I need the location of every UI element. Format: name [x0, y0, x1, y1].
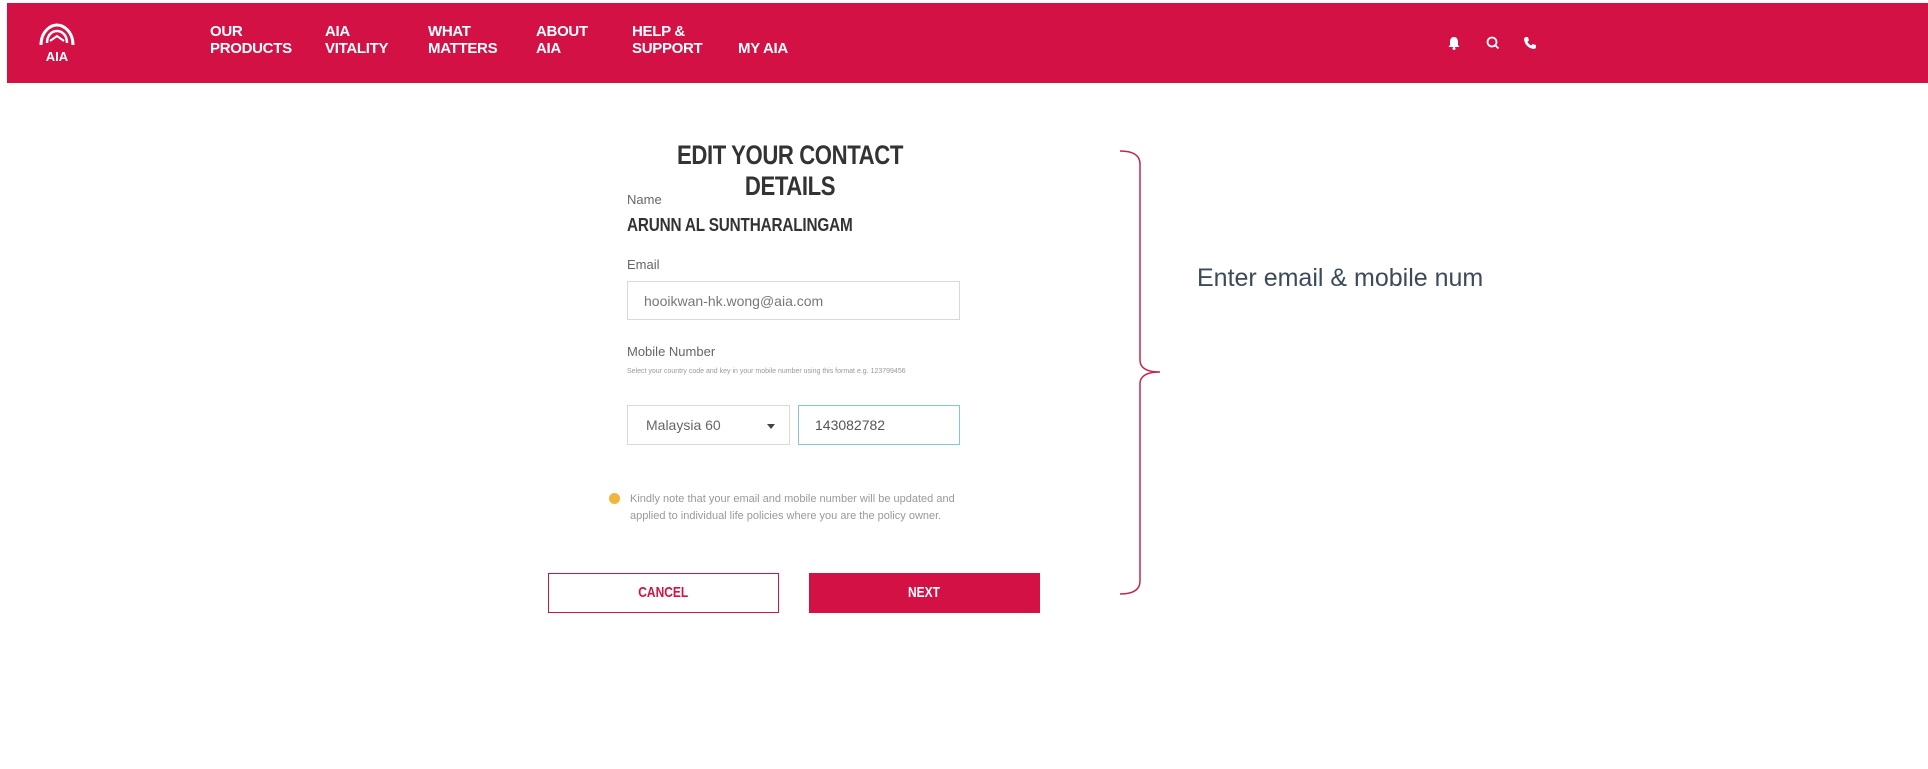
- chevron-down-icon: [767, 424, 775, 429]
- aia-logo-icon[interactable]: AIA: [35, 19, 79, 67]
- mobile-helper-text: Select your country code and key in your…: [627, 368, 906, 375]
- annotation-text: Enter email & mobile num: [1197, 264, 1484, 292]
- search-icon[interactable]: [1483, 33, 1503, 53]
- nav-label-line2: SUPPORT: [632, 40, 703, 57]
- name-label: Name: [627, 192, 662, 207]
- nav-label-line1: AIA: [325, 23, 350, 40]
- nav-help-support[interactable]: HELP & SUPPORT: [632, 23, 703, 57]
- nav-label-line2: MATTERS: [428, 40, 498, 57]
- nav-label: MY AIA: [738, 40, 788, 57]
- top-navbar: AIA OUR PRODUCTS AIA VITALITY WHAT MATTE…: [7, 3, 1928, 83]
- nav-label-line1: WHAT: [428, 23, 471, 40]
- phone-icon[interactable]: [1520, 33, 1540, 53]
- cancel-button[interactable]: CANCEL: [548, 573, 779, 613]
- cancel-button-label: CANCEL: [638, 584, 689, 601]
- svg-text:AIA: AIA: [46, 49, 69, 64]
- country-code-select[interactable]: Malaysia 60: [627, 405, 790, 445]
- nav-what-matters[interactable]: WHAT MATTERS: [428, 23, 498, 57]
- mobile-number-field[interactable]: [798, 405, 960, 445]
- country-code-value: Malaysia 60: [646, 417, 721, 433]
- nav-my-aia[interactable]: MY AIA: [738, 40, 788, 57]
- nav-aia-vitality[interactable]: AIA VITALITY: [325, 23, 388, 57]
- page-title: EDIT YOUR CONTACT DETAILS: [677, 140, 903, 201]
- nav-about-aia[interactable]: ABOUT AIA: [536, 23, 588, 57]
- next-button-label: NEXT: [908, 584, 941, 601]
- info-icon: [609, 493, 620, 504]
- email-label: Email: [627, 257, 660, 272]
- next-button[interactable]: NEXT: [809, 573, 1040, 613]
- nav-label-line1: ABOUT: [536, 23, 588, 40]
- annotation-bracket: [1119, 150, 1161, 595]
- nav-label-line1: OUR: [210, 23, 243, 40]
- mobile-number-label: Mobile Number: [627, 344, 716, 359]
- bell-icon[interactable]: [1444, 33, 1464, 53]
- name-value: ARUNN AL SUNTHARALINGAM: [627, 215, 853, 235]
- email-field[interactable]: [627, 281, 960, 320]
- nav-label-line2: AIA: [536, 40, 561, 57]
- nav-label-line2: VITALITY: [325, 40, 389, 57]
- nav-label-line1: HELP &: [632, 23, 685, 40]
- nav-our-products[interactable]: OUR PRODUCTS: [210, 23, 292, 57]
- policy-note: Kindly note that your email and mobile n…: [630, 493, 955, 522]
- nav-label-line2: PRODUCTS: [210, 40, 292, 57]
